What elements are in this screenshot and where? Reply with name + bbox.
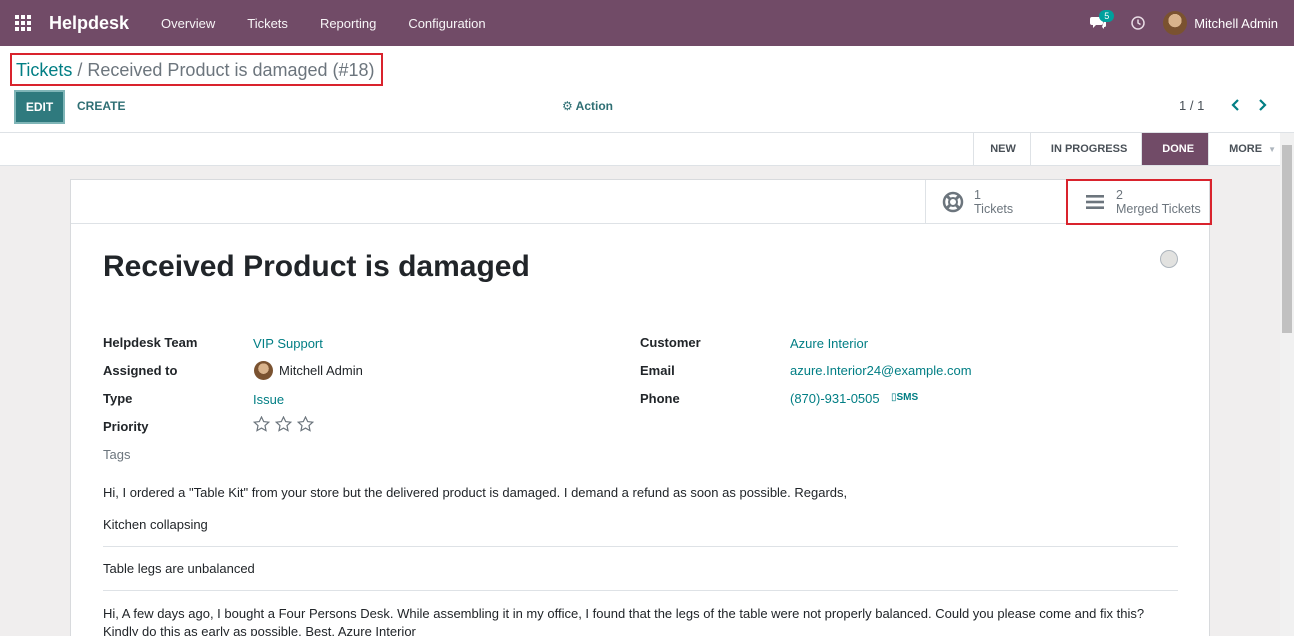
menu-overview[interactable]: Overview (145, 16, 231, 31)
assignee-avatar (254, 361, 273, 380)
tickets-count: 1 (974, 188, 981, 202)
caret-down-icon: ▼ (1268, 144, 1276, 154)
sms-button[interactable]: ▯SMS (891, 392, 918, 403)
sms-label: SMS (896, 392, 919, 403)
page-scrollbar[interactable] (1280, 133, 1294, 636)
stage-more-label: MORE (1229, 143, 1263, 155)
customer-label: Customer (640, 335, 701, 350)
action-label: Action (575, 99, 613, 113)
user-name[interactable]: Mitchell Admin (1194, 16, 1278, 31)
edit-button[interactable]: EDIT (14, 90, 65, 124)
chat-badge: 5 (1099, 10, 1115, 22)
phone-label: Phone (640, 391, 680, 406)
apps-menu-icon[interactable] (0, 0, 46, 46)
type-value[interactable]: Issue (253, 392, 284, 407)
pager-previous-button[interactable] (1227, 96, 1243, 114)
user-avatar[interactable] (1163, 11, 1188, 35)
description-paragraph-3: Table legs are unbalanced (103, 561, 255, 576)
app-name[interactable]: Helpdesk (49, 13, 129, 34)
priority-stars (252, 415, 315, 435)
description-paragraph-2: Kitchen collapsing (103, 517, 208, 532)
life-ring-icon (940, 189, 966, 215)
assigned-to-value[interactable]: Mitchell Admin (279, 363, 363, 378)
scrollbar-thumb[interactable] (1282, 145, 1292, 333)
kanban-state-indicator[interactable] (1160, 250, 1178, 268)
form-sheet: 1 Tickets 2 Merged Tickets Received Prod… (70, 179, 1212, 636)
star-icon[interactable] (296, 415, 315, 435)
tickets-smart-button[interactable]: 1 Tickets (925, 180, 1067, 224)
pager-next-button[interactable] (1255, 96, 1271, 114)
bars-icon (1082, 189, 1108, 215)
assigned-to-label: Assigned to (103, 363, 178, 378)
priority-label: Priority (103, 419, 149, 434)
email-value[interactable]: azure.Interior24@example.com (790, 363, 972, 378)
pager-value[interactable]: 1 / 1 (1179, 98, 1204, 113)
smart-button-box: 1 Tickets 2 Merged Tickets (71, 179, 1212, 225)
breadcrumb-current: Received Product is damaged (#18) (87, 60, 375, 80)
control-panel: Tickets / Received Product is damaged (#… (0, 46, 1294, 133)
statusbar-row: NEW IN PROGRESS DONE MORE ▼ (0, 133, 1294, 166)
top-navbar: Helpdesk Overview Tickets Reporting Conf… (0, 0, 1294, 46)
helpdesk-team-value[interactable]: VIP Support (253, 336, 323, 351)
star-icon[interactable] (252, 415, 271, 435)
customer-value[interactable]: Azure Interior (790, 336, 868, 351)
tags-label: Tags (103, 447, 131, 462)
helpdesk-team-label: Helpdesk Team (103, 335, 198, 350)
tickets-label: Tickets (974, 202, 1014, 216)
description-paragraph-4: Hi, A few days ago, I bought a Four Pers… (103, 606, 1145, 636)
stage-statusbar: NEW IN PROGRESS DONE MORE ▼ (973, 133, 1280, 165)
menu-configuration[interactable]: Configuration (392, 16, 501, 31)
menu-tickets[interactable]: Tickets (231, 16, 304, 31)
description-paragraph-1: Hi, I ordered a "Table Kit" from your st… (103, 485, 848, 500)
star-icon[interactable] (274, 415, 293, 435)
breadcrumb-separator: / (77, 60, 83, 80)
menu-reporting[interactable]: Reporting (304, 16, 392, 31)
phone-value[interactable]: (870)-931-0505 (790, 391, 880, 406)
create-button[interactable]: CREATE (77, 99, 125, 113)
stage-new[interactable]: NEW (973, 133, 1030, 165)
stage-more-dropdown[interactable]: MORE ▼ (1208, 133, 1280, 165)
gear-icon: ⚙ (562, 99, 573, 113)
merged-tickets-smart-button[interactable]: 2 Merged Tickets (1066, 179, 1212, 225)
description-divider (103, 546, 1178, 547)
chat-icon[interactable]: 5 (1083, 0, 1115, 46)
merged-label: Merged Tickets (1116, 202, 1201, 216)
email-label: Email (640, 363, 675, 378)
ticket-title[interactable]: Received Product is damaged (103, 250, 530, 284)
action-menu-button[interactable]: ⚙ Action (562, 99, 613, 113)
stage-done[interactable]: DONE (1141, 133, 1209, 165)
type-label: Type (103, 391, 133, 406)
stage-in-progress[interactable]: IN PROGRESS (1029, 133, 1141, 165)
description-divider (103, 590, 1178, 591)
merged-count: 2 (1116, 188, 1123, 202)
breadcrumb: Tickets / Received Product is damaged (#… (10, 53, 383, 86)
activity-clock-icon[interactable] (1123, 0, 1153, 46)
breadcrumb-tickets-link[interactable]: Tickets (16, 60, 72, 80)
